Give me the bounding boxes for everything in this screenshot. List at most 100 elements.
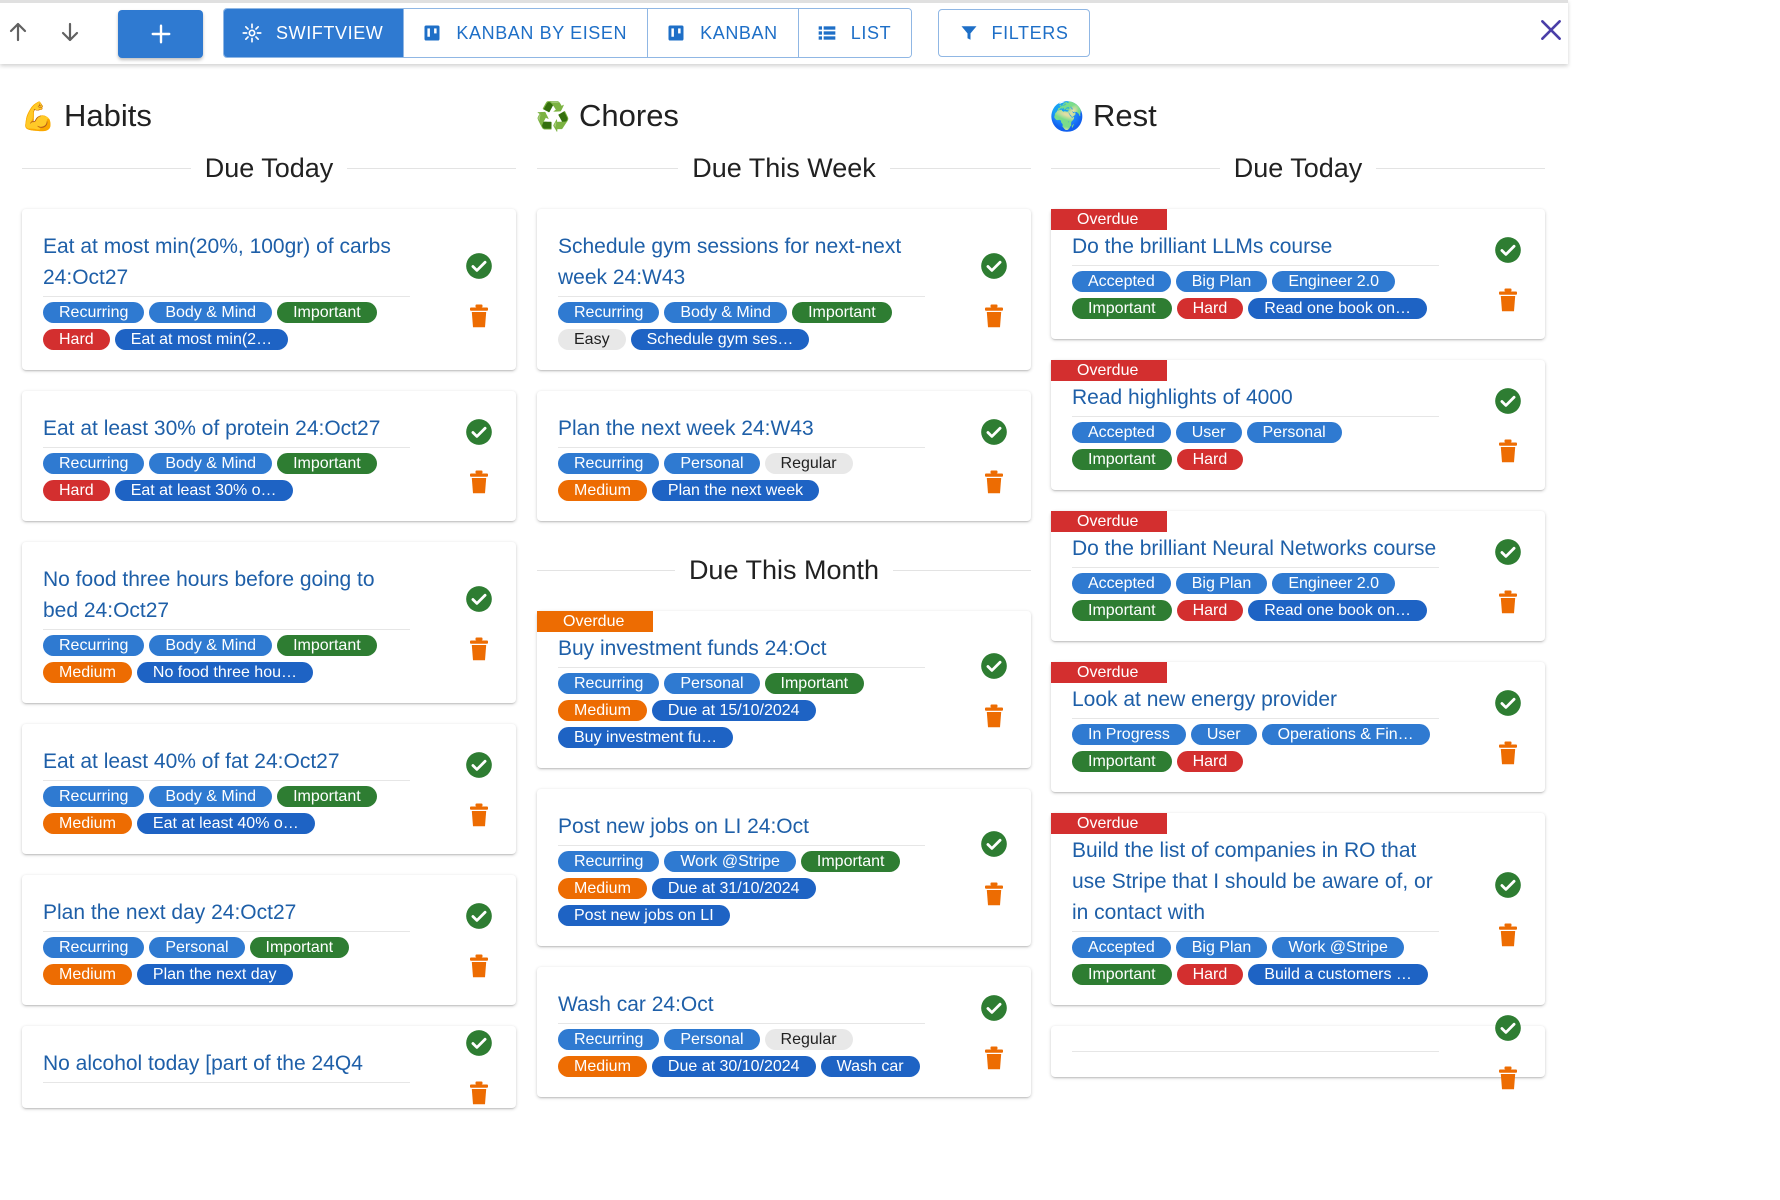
mark-done-button[interactable] [465,1029,493,1057]
task-title-link[interactable]: No food three hours before going to bed … [43,564,410,630]
tag-chip[interactable]: Hard [1176,449,1244,470]
check-circle-icon[interactable] [465,902,493,930]
tag-chip[interactable]: Hard [1176,751,1244,772]
tag-chip[interactable]: Regular [764,1029,853,1050]
task-title-link[interactable]: No alcohol today [part of the 24Q4 [43,1048,410,1083]
tag-chip[interactable]: Engineer 2.0 [1272,573,1396,594]
tag-chip[interactable]: Personal [664,673,760,694]
mark-done-button[interactable] [465,418,493,446]
trash-icon[interactable] [1498,741,1518,765]
tag-chip[interactable]: Medium [43,813,132,834]
tag-chip[interactable]: Important [277,453,377,474]
task-title-link[interactable]: Eat at most min(20%, 100gr) of carbs 24:… [43,231,410,297]
tag-chip[interactable]: Recurring [558,453,660,474]
tag-chip[interactable]: Hard [1176,298,1244,319]
delete-button[interactable] [469,803,489,827]
tag-chip[interactable]: Body & Mind [149,635,273,656]
task-title-link[interactable]: Eat at least 30% of protein 24:Oct27 [43,413,410,448]
delete-button[interactable] [469,304,489,328]
check-circle-icon[interactable] [465,585,493,613]
trash-icon[interactable] [1498,923,1518,947]
trash-icon[interactable] [984,1046,1004,1070]
tag-chip[interactable]: Important [277,302,377,323]
tag-chip[interactable]: Recurring [43,453,145,474]
trash-icon[interactable] [469,803,489,827]
close-icon[interactable] [1538,17,1564,43]
view-list-button[interactable]: LIST [798,9,912,57]
tag-chip[interactable]: Schedule gym ses… [630,329,810,350]
task-title-link[interactable]: Look at new energy provider [1072,684,1439,719]
view-swiftview-button[interactable]: SWIFTVIEW [224,9,405,57]
filters-button[interactable]: FILTERS [938,9,1090,57]
tag-chip[interactable]: Important [249,937,350,958]
tag-chip[interactable]: Recurring [43,635,145,656]
tag-chip[interactable]: Read one book on… [1248,298,1428,319]
tag-chip[interactable]: Due at 31/10/2024 [651,878,816,899]
trash-icon[interactable] [1498,1066,1518,1090]
task-title-link[interactable]: Post new jobs on LI 24:Oct [558,811,925,846]
mark-done-button[interactable] [980,830,1008,858]
task-card[interactable]: No food three hours before going to bed … [22,542,516,703]
tag-chip[interactable]: Eat at least 40% o… [136,813,315,834]
mark-done-button[interactable] [1494,236,1522,264]
tag-chip[interactable]: Recurring [558,851,660,872]
check-circle-icon[interactable] [980,252,1008,280]
mark-done-button[interactable] [465,902,493,930]
check-circle-icon[interactable] [1494,871,1522,899]
trash-icon[interactable] [984,882,1004,906]
tag-chip[interactable]: Easy [558,329,626,350]
tag-chip[interactable]: Recurring [558,302,660,323]
task-title-link[interactable]: Do the brilliant LLMs course [1072,231,1439,266]
tag-chip[interactable]: Plan the next day [136,964,293,985]
tag-chip[interactable]: No food three hou… [136,662,313,683]
task-card[interactable]: Plan the next day 24:Oct27 Recurring Perso… [22,875,516,1005]
tag-chip[interactable]: Eat at most min(2… [114,329,289,350]
delete-button[interactable] [984,704,1004,728]
tag-chip[interactable]: Important [1072,449,1172,470]
delete-button[interactable] [1498,590,1518,614]
task-card[interactable]: Overdue Build the list of companies in RO… [1051,813,1545,1005]
task-title-link[interactable]: Read highlights of 4000 [1072,382,1439,417]
tag-chip[interactable]: Recurring [43,937,145,958]
delete-button[interactable] [469,954,489,978]
task-title-link[interactable]: Do the brilliant Neural Networks course [1072,533,1439,568]
delete-button[interactable] [1498,741,1518,765]
tag-chip[interactable]: Medium [43,964,132,985]
tag-chip[interactable]: Important [792,302,892,323]
tag-chip[interactable]: Body & Mind [149,302,273,323]
delete-button[interactable] [469,1081,489,1105]
tag-chip[interactable]: Eat at least 30% o… [114,480,293,501]
delete-button[interactable] [469,470,489,494]
tag-chip[interactable]: Important [1072,600,1172,621]
mark-done-button[interactable] [980,652,1008,680]
trash-icon[interactable] [469,304,489,328]
task-card[interactable]: Overdue Do the brilliant Neural Networks … [1051,511,1545,641]
tag-chip[interactable]: User [1175,422,1242,443]
tag-chip[interactable]: Accepted [1072,573,1171,594]
tag-chip[interactable]: Medium [558,700,647,721]
check-circle-icon[interactable] [465,252,493,280]
add-task-button[interactable] [118,10,203,58]
trash-icon[interactable] [469,1081,489,1105]
task-title-link[interactable]: Buy investment funds 24:Oct [558,633,925,668]
delete-button[interactable] [984,470,1004,494]
delete-button[interactable] [1498,1066,1518,1090]
task-card[interactable]: No alcohol today [part of the 24Q4 [22,1026,516,1108]
tag-chip[interactable]: Regular [764,453,853,474]
mark-done-button[interactable] [1494,387,1522,415]
tag-chip[interactable]: Post new jobs on LI [558,905,730,926]
tag-chip[interactable]: Work @Stripe [664,851,796,872]
tag-chip[interactable]: Buy investment fu… [558,727,734,748]
delete-button[interactable] [1498,923,1518,947]
task-card[interactable]: Eat at most min(20%, 100gr) of carbs 24:… [22,209,516,370]
trash-icon[interactable] [469,637,489,661]
task-card[interactable]: Overdue Buy investment funds 24:Oct Recurr… [537,611,1031,768]
mark-done-button[interactable] [980,252,1008,280]
arrow-up-icon[interactable] [2,16,34,48]
trash-icon[interactable] [984,704,1004,728]
tag-chip[interactable]: Recurring [43,302,145,323]
task-card[interactable]: Eat at least 30% of protein 24:Oct27 Recu… [22,391,516,521]
check-circle-icon[interactable] [980,830,1008,858]
tag-chip[interactable]: Operations & Fin… [1261,724,1430,745]
tag-chip[interactable]: Hard [1176,600,1244,621]
